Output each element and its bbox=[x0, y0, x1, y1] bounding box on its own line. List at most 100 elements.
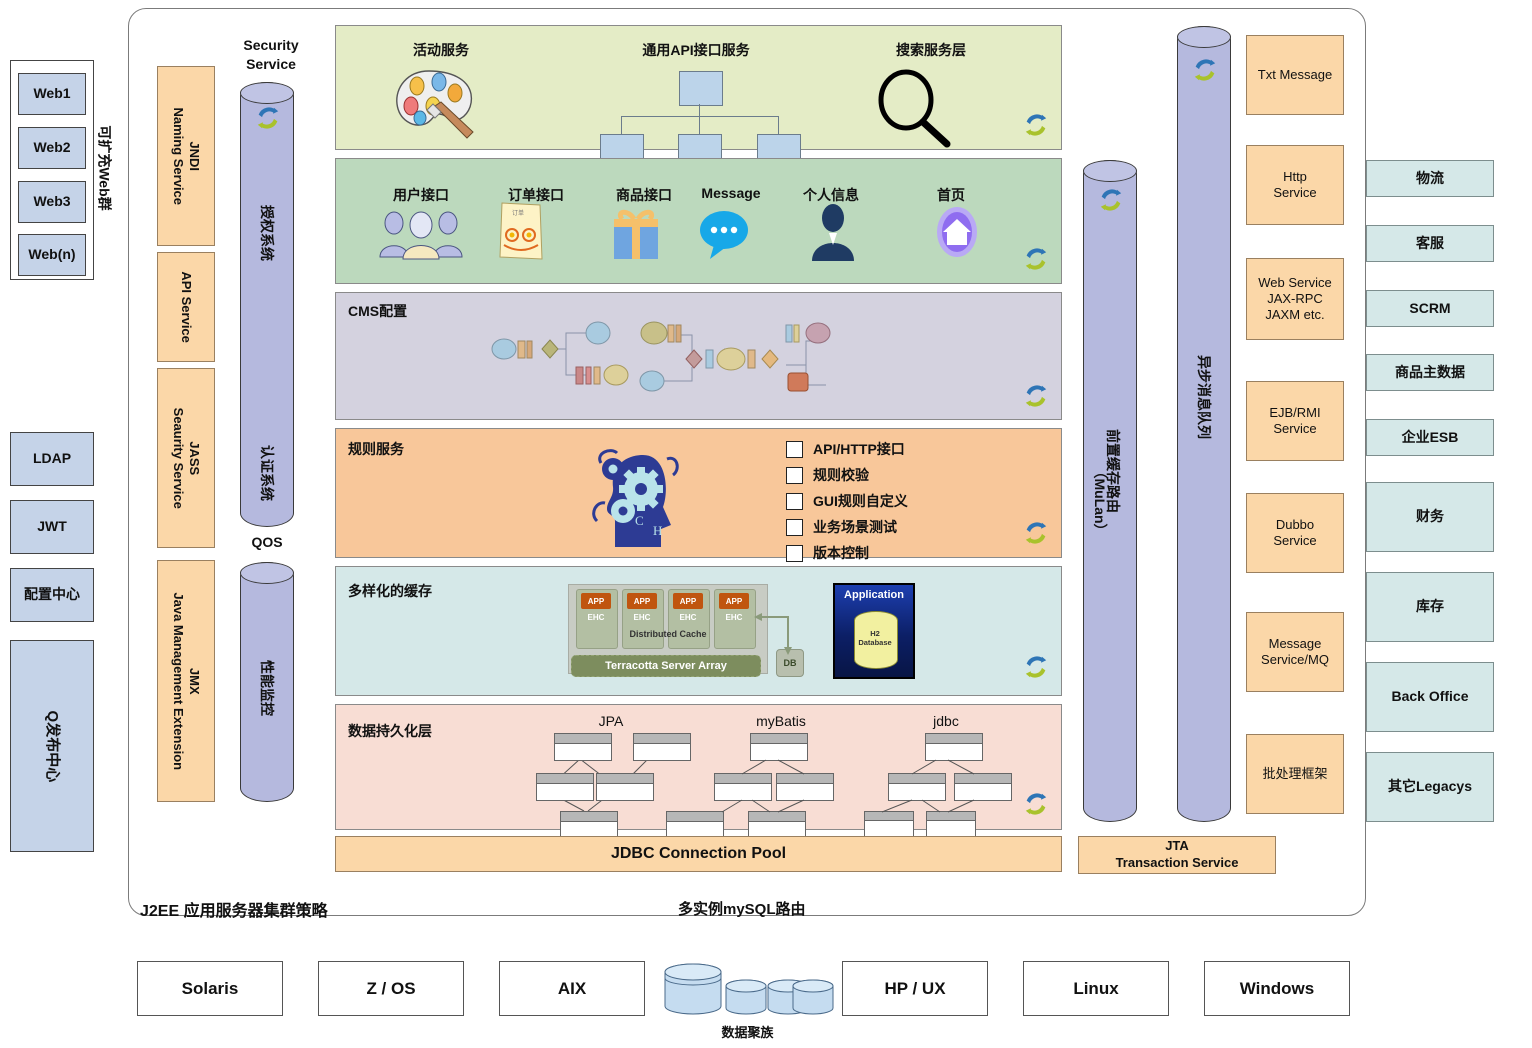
cache-route-label-line2: （MuLan） bbox=[1091, 464, 1108, 538]
external-system-customer-service[interactable]: 客服 bbox=[1366, 225, 1494, 262]
home-icon bbox=[937, 207, 977, 257]
external-system-logistics[interactable]: 物流 bbox=[1366, 160, 1494, 197]
rule-item[interactable]: 业务场景测试 bbox=[786, 514, 1046, 540]
external-system-label: 其它Legacys bbox=[1387, 778, 1473, 795]
distributed-cache-label: Distributed Cache bbox=[629, 629, 707, 639]
support-box-ldap[interactable]: LDAP bbox=[10, 432, 94, 486]
sync-icon bbox=[257, 107, 279, 129]
web-node-web2[interactable]: Web2 bbox=[18, 127, 86, 169]
integration-http-service[interactable]: Http Service bbox=[1246, 145, 1344, 225]
entity-node bbox=[554, 733, 612, 761]
os-box-aix[interactable]: AIX bbox=[499, 961, 645, 1016]
web-node-web3[interactable]: Web3 bbox=[18, 181, 86, 223]
security-service-title: Security Service bbox=[225, 36, 317, 74]
sync-icon bbox=[1194, 59, 1216, 81]
panel-head-search: 搜索服务层 bbox=[896, 42, 966, 58]
svg-text:H: H bbox=[653, 523, 662, 538]
integration-web-service[interactable]: Web Service JAX-RPC JAXM etc. bbox=[1246, 258, 1344, 340]
security-service-title-line1: Security bbox=[243, 37, 299, 53]
support-box-release-center[interactable]: Q发布中心 bbox=[10, 640, 94, 852]
performance-monitor-label: 性能监控 bbox=[259, 660, 275, 716]
jdbc-connection-pool-label: JDBC Connection Pool bbox=[610, 845, 787, 862]
web-node-webn[interactable]: Web(n) bbox=[18, 234, 86, 276]
external-system-scrm[interactable]: SCRM bbox=[1366, 290, 1494, 327]
async-message-queue-label: 异步消息队列 bbox=[1196, 355, 1212, 439]
service-jmx[interactable]: JMX Java Management Extension bbox=[157, 560, 215, 802]
integration-txt-message[interactable]: Txt Message bbox=[1246, 35, 1344, 115]
integration-ejb-rmi-service[interactable]: EJB/RMI Service bbox=[1246, 381, 1344, 461]
checkbox-icon[interactable] bbox=[786, 466, 803, 484]
security-section-authorization: 授权系统 bbox=[259, 205, 275, 261]
external-system-enterprise-esb[interactable]: 企业ESB bbox=[1366, 419, 1494, 456]
os-box-hpux[interactable]: HP / UX bbox=[842, 961, 988, 1016]
os-box-windows[interactable]: Windows bbox=[1204, 961, 1350, 1016]
search-icon bbox=[878, 69, 951, 148]
panel-title-cache: 多样化的缓存 bbox=[348, 583, 432, 599]
rule-item-label: 业务场景测试 bbox=[813, 519, 897, 535]
ehc-label: EHC bbox=[587, 613, 605, 622]
rule-item[interactable]: GUI规则自定义 bbox=[786, 488, 1046, 514]
support-box-jwt[interactable]: JWT bbox=[10, 500, 94, 554]
os-box-zos[interactable]: Z / OS bbox=[318, 961, 464, 1016]
support-box-label: JWT bbox=[37, 518, 67, 535]
external-system-product-master-data[interactable]: 商品主数据 bbox=[1366, 354, 1494, 391]
cache-route-cylinder[interactable]: 前置缓存路由 （MuLan） bbox=[1083, 160, 1137, 822]
panel-title-persistence: 数据持久化层 bbox=[348, 723, 432, 739]
rule-item[interactable]: 版本控制 bbox=[786, 540, 1046, 566]
async-message-queue-cylinder[interactable]: 异步消息队列 bbox=[1177, 26, 1231, 822]
jdbc-entity-graph bbox=[881, 759, 975, 813]
external-system-finance[interactable]: 财务 bbox=[1366, 482, 1494, 552]
security-service-cylinder[interactable]: 授权系统 认证系统 bbox=[240, 82, 294, 527]
panel-data-persistence: 数据持久化层 JPA myBatis jdbc bbox=[335, 704, 1062, 839]
service-api[interactable]: API Service bbox=[157, 252, 215, 362]
api-tree-node-root bbox=[679, 71, 723, 106]
panel-head-message: Message bbox=[701, 185, 761, 201]
service-name: Java Management Extension bbox=[171, 592, 187, 770]
external-system-label: 库存 bbox=[1416, 598, 1444, 615]
external-system-label: 商品主数据 bbox=[1395, 363, 1465, 380]
workflow-diagram-icon bbox=[491, 321, 831, 392]
service-name: API Service bbox=[179, 271, 195, 343]
rule-item[interactable]: 规则校验 bbox=[786, 462, 1046, 488]
rules-checklist: API/HTTP接口 规则校验 GUI规则自定义 业务场景测试 版本控制 bbox=[786, 436, 1046, 566]
rule-item-label: API/HTTP接口 bbox=[813, 441, 905, 457]
service-jass[interactable]: JASS Seaurity Service bbox=[157, 368, 215, 548]
external-system-other-legacys[interactable]: 其它Legacys bbox=[1366, 752, 1494, 822]
panel-head-product-interface: 商品接口 bbox=[616, 187, 672, 203]
external-system-inventory[interactable]: 库存 bbox=[1366, 572, 1494, 642]
h2-database-label: H2 Database bbox=[858, 629, 892, 648]
external-system-label: SCRM bbox=[1409, 299, 1451, 316]
os-box-label: Windows bbox=[1239, 978, 1315, 998]
cache-db-connector bbox=[754, 613, 792, 655]
jta-line1: JTA bbox=[1165, 838, 1189, 854]
panel-cache: 多样化的缓存 APP APP APP APP EHC EHC EHC EHC D… bbox=[335, 566, 1062, 696]
checkbox-icon[interactable] bbox=[786, 518, 803, 536]
performance-monitor-cylinder[interactable]: 性能监控 bbox=[240, 562, 294, 802]
support-box-config-center[interactable]: 配置中心 bbox=[10, 568, 94, 622]
service-abbr: JMX bbox=[187, 667, 203, 695]
external-system-label: 企业ESB bbox=[1401, 428, 1459, 445]
integration-message-service-mq[interactable]: Message Service/MQ bbox=[1246, 612, 1344, 692]
sync-icon bbox=[1100, 189, 1122, 211]
palette-icon bbox=[396, 70, 474, 139]
external-system-back-office[interactable]: Back Office bbox=[1366, 662, 1494, 732]
service-jndi[interactable]: JNDI Naming Service bbox=[157, 66, 215, 246]
rule-item-label: GUI规则自定义 bbox=[813, 493, 908, 509]
sync-icon bbox=[1025, 793, 1047, 815]
entity-node bbox=[596, 773, 654, 801]
os-box-solaris[interactable]: Solaris bbox=[137, 961, 283, 1016]
app-chip: APP bbox=[581, 593, 611, 609]
checkbox-icon[interactable] bbox=[786, 440, 803, 458]
checkbox-icon[interactable] bbox=[786, 492, 803, 510]
external-system-label: 财务 bbox=[1416, 508, 1444, 525]
os-box-linux[interactable]: Linux bbox=[1023, 961, 1169, 1016]
integration-dubbo-service[interactable]: Dubbo Service bbox=[1246, 493, 1344, 573]
jta-transaction-service[interactable]: JTA Transaction Service bbox=[1078, 836, 1276, 874]
order-document-icon: 订单 bbox=[499, 202, 543, 260]
panel-head-jpa: JPA bbox=[598, 713, 624, 729]
jdbc-connection-pool[interactable]: JDBC Connection Pool bbox=[335, 836, 1062, 872]
integration-batch-framework[interactable]: 批处理框架 bbox=[1246, 734, 1344, 814]
rule-item[interactable]: API/HTTP接口 bbox=[786, 436, 1046, 462]
checkbox-icon[interactable] bbox=[786, 544, 803, 562]
web-node-web1[interactable]: Web1 bbox=[18, 73, 86, 115]
